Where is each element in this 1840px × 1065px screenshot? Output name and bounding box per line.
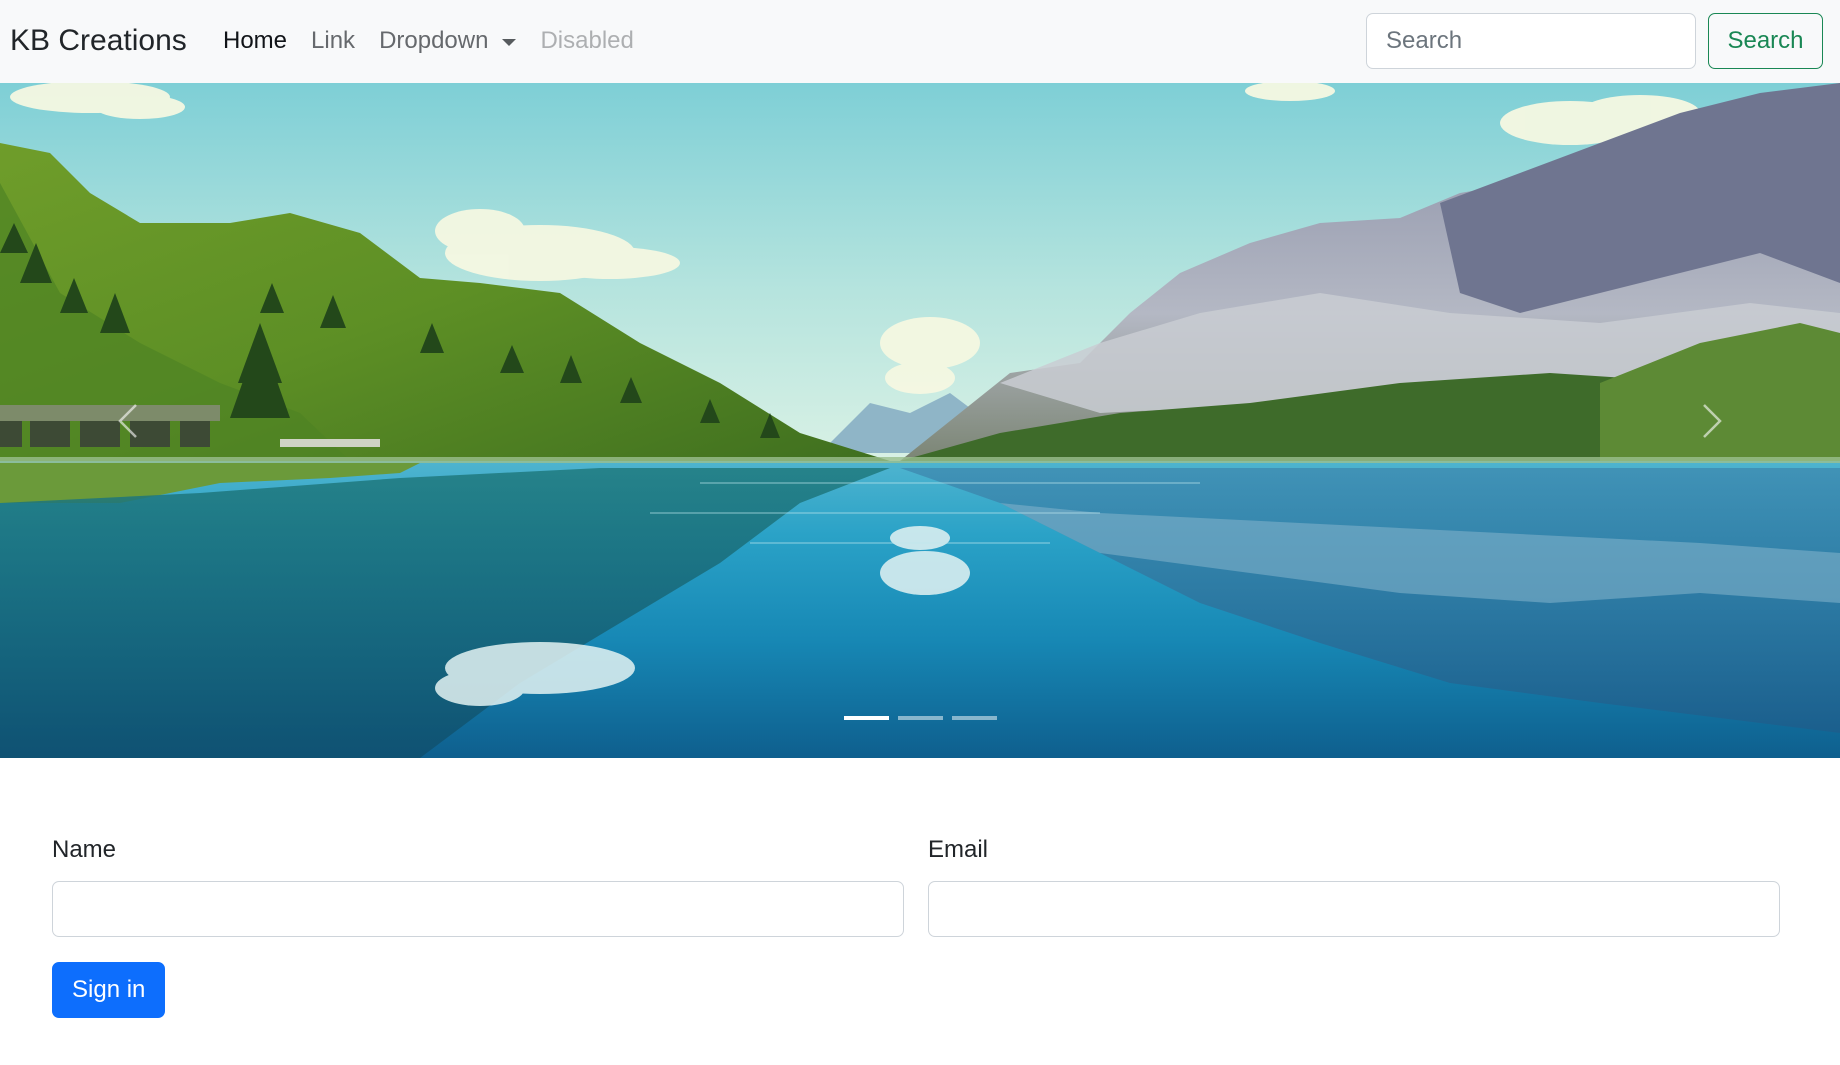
carousel-prev-button[interactable]: [0, 83, 260, 758]
chevron-right-icon: [1703, 403, 1722, 438]
chevron-left-icon: [118, 403, 137, 438]
carousel-next-button[interactable]: [1580, 83, 1840, 758]
search-input[interactable]: [1366, 13, 1696, 69]
nav-link-link[interactable]: Link: [311, 26, 355, 56]
email-label: Email: [928, 836, 989, 863]
name-field-group: Name: [52, 835, 904, 937]
nav-link-disabled: Disabled: [540, 27, 634, 54]
sign-in-form: Name Email Sign in: [52, 835, 1782, 1018]
form-row: Name Email: [52, 835, 1782, 937]
email-field-group: Email: [928, 835, 1780, 937]
navbar-brand[interactable]: KB Creations: [10, 22, 187, 60]
carousel-indicator-3[interactable]: [951, 716, 997, 720]
nav-dropdown-label: Dropdown: [379, 27, 489, 54]
email-input[interactable]: [928, 881, 1780, 937]
sign-in-button[interactable]: Sign in: [52, 962, 166, 1018]
carousel-indicator-1[interactable]: [843, 716, 889, 720]
navbar: KB Creations Home Link Dropdown Disabled…: [0, 0, 1840, 83]
nav-dropdown-toggle[interactable]: Dropdown: [379, 26, 517, 56]
nav-link-home[interactable]: Home: [223, 26, 287, 56]
search-form: Search: [1366, 13, 1823, 69]
name-label: Name: [52, 836, 117, 863]
carousel-slide-image: [0, 83, 1840, 758]
caret-down-icon: [502, 38, 517, 46]
carousel-indicators: [0, 716, 1840, 720]
search-button[interactable]: Search: [1708, 13, 1823, 69]
carousel-indicator-2[interactable]: [897, 716, 943, 720]
image-carousel: [0, 83, 1840, 758]
nav-links: Home Link Dropdown Disabled: [223, 26, 658, 56]
name-input[interactable]: [52, 881, 904, 937]
